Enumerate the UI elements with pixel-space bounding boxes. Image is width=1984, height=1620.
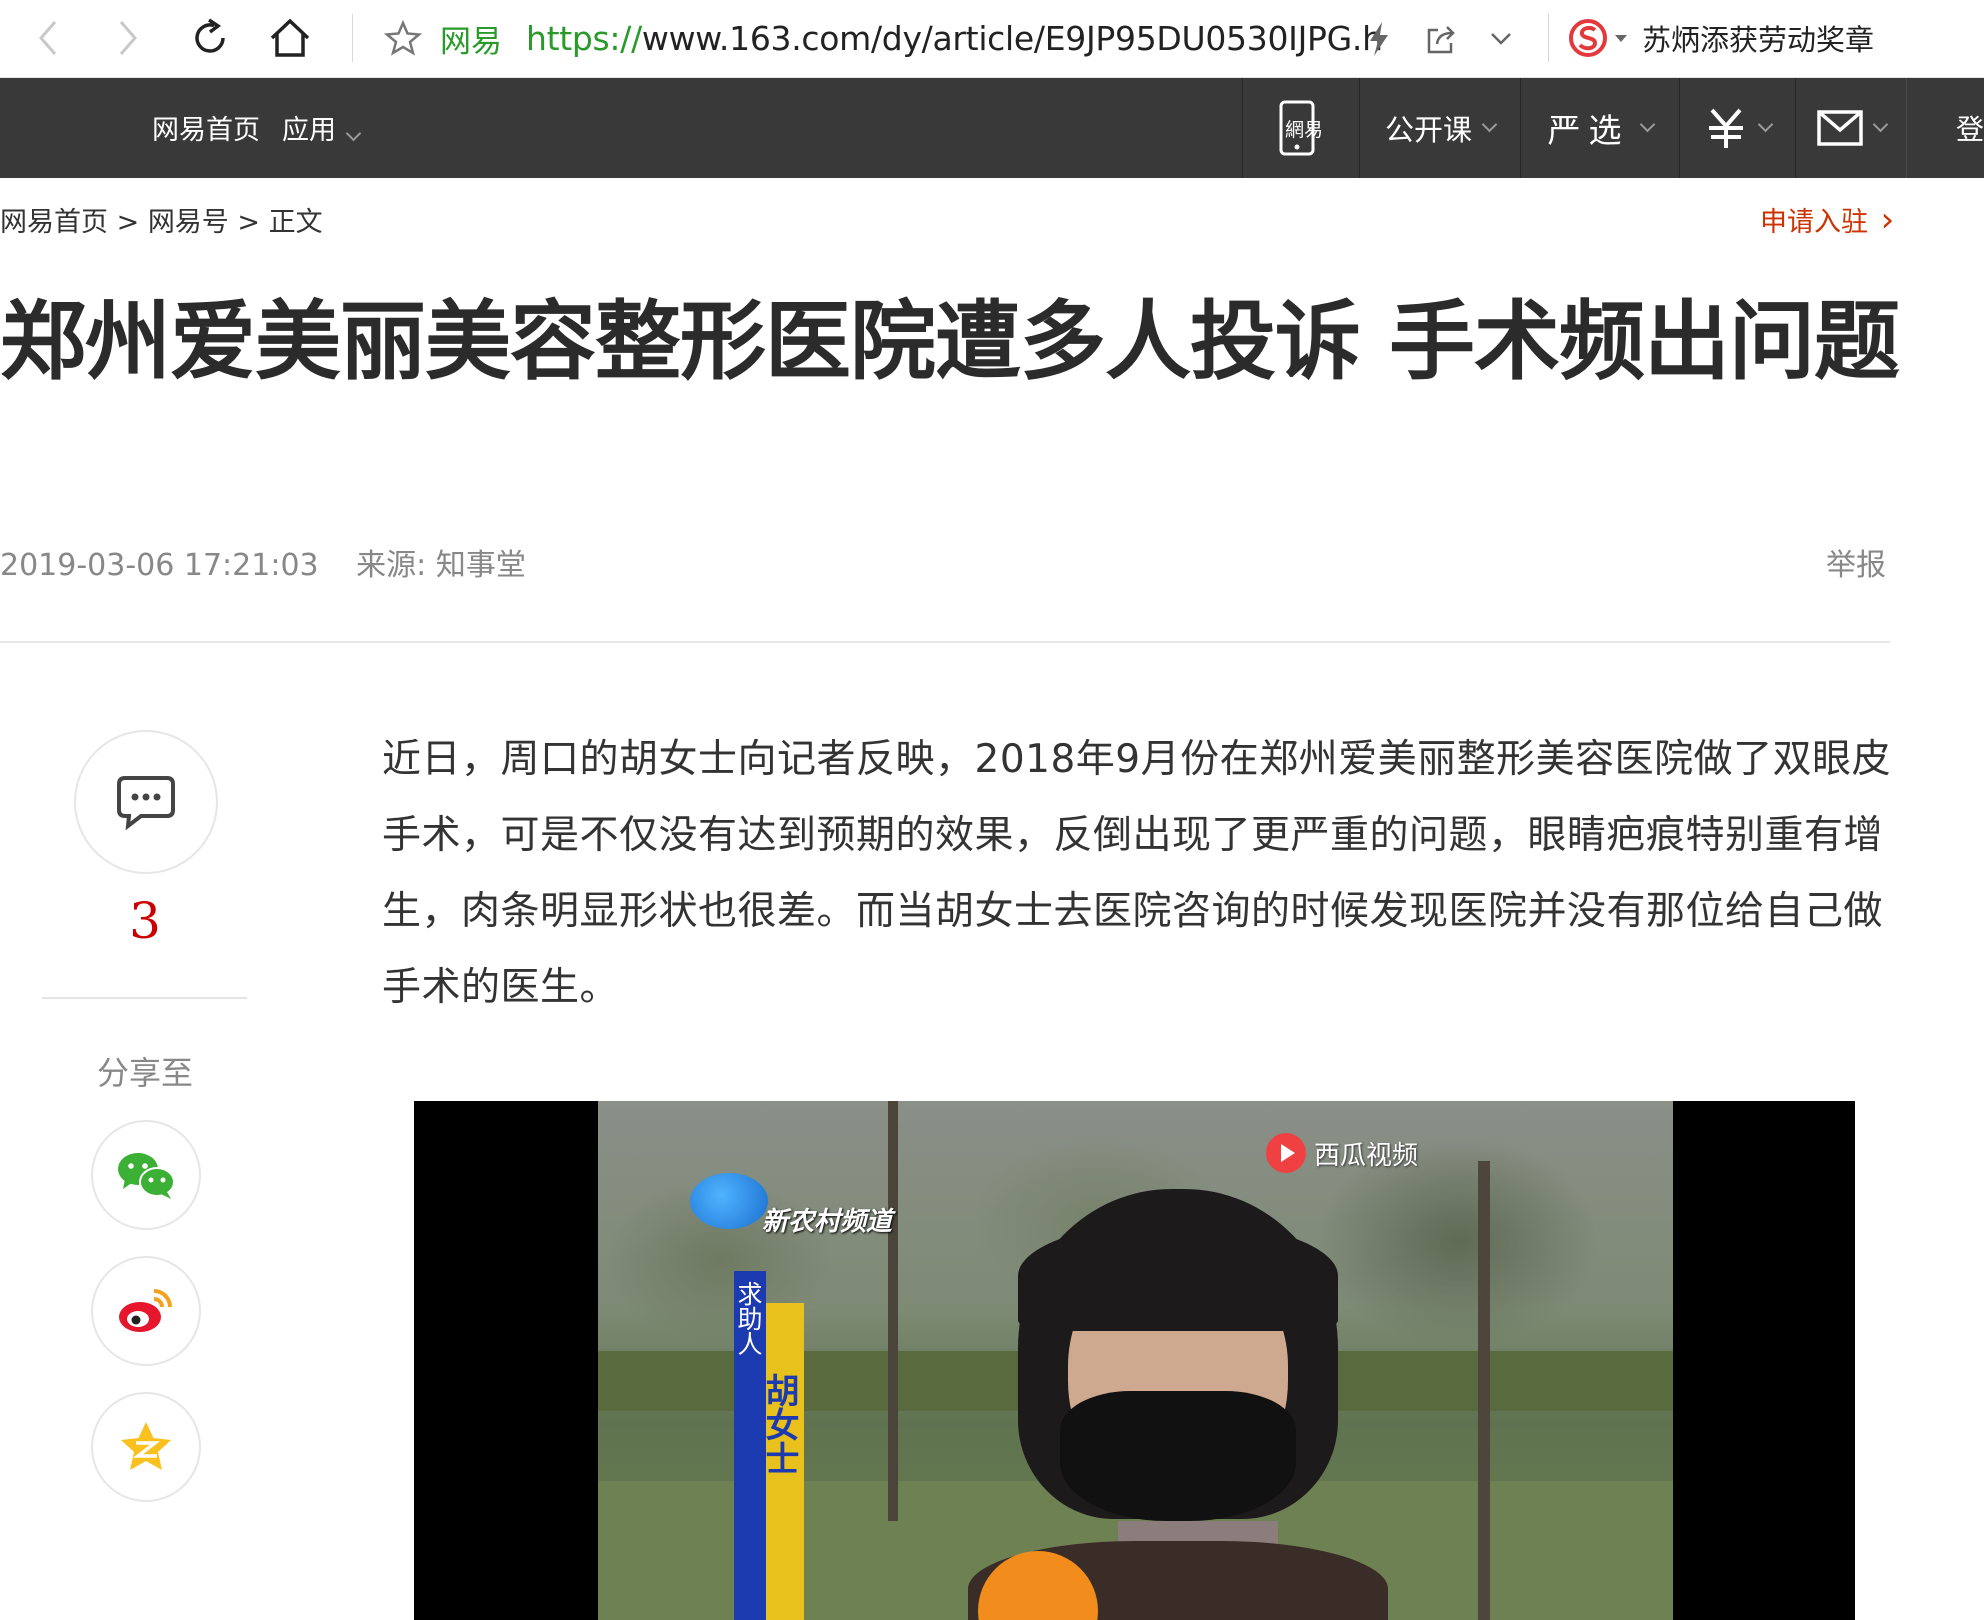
dropdown-triangle-icon (1615, 35, 1627, 42)
mobile-logo-text: 網易 (1284, 118, 1323, 141)
chevron-down-icon (1757, 116, 1774, 132)
comment-count[interactable]: 3 (0, 892, 290, 950)
share-weibo-button[interactable] (91, 1256, 201, 1366)
weibo-icon (119, 1289, 172, 1332)
search-engine-suggestion[interactable]: 苏炳添获劳动奖章 (1568, 14, 1874, 62)
share-qzone-button[interactable] (91, 1392, 201, 1502)
apply-join-link[interactable]: 申请入驻 › (1760, 200, 1894, 240)
url-text[interactable]: https://www.163.com/dy/article/E9JP95DU0… (526, 19, 1383, 58)
breadcrumb-current: 正文 (268, 207, 323, 238)
nav-netease-home[interactable]: 网易首页 (152, 108, 260, 147)
lightning-speed-icon[interactable] (1364, 20, 1394, 58)
article-title: 郑州爱美丽美容整形医院遭多人投诉 手术频出问题 (0, 292, 1900, 392)
reload-icon (195, 18, 225, 53)
nav-apps[interactable]: 应用 (282, 108, 362, 147)
channel-logo-icon (690, 1173, 768, 1229)
nav-payment[interactable] (1679, 78, 1796, 178)
side-divider (42, 997, 247, 999)
home-button[interactable] (266, 14, 314, 62)
nav-mobile[interactable]: 網易 (1242, 78, 1360, 178)
chevron-down-icon[interactable] (1488, 26, 1514, 52)
toolbar-divider (352, 14, 353, 62)
comment-bubble-icon (117, 776, 175, 830)
article-meta: 2019-03-06 17:21:03 来源: 知事堂 (0, 540, 526, 584)
caption-name-bar: 胡女士 (759, 1303, 804, 1620)
chevron-down-icon (1639, 116, 1655, 132)
tree-trunk (1478, 1161, 1490, 1620)
forward-button[interactable] (104, 14, 152, 62)
share-label: 分享至 (96, 1054, 193, 1092)
xigua-play-icon (1266, 1133, 1306, 1173)
watermark-text: 西瓜视频 (1314, 1140, 1419, 1171)
site-identity-label: 网易 (440, 23, 502, 60)
chevron-down-icon (1872, 116, 1888, 132)
nav-apps-label: 应用 (282, 115, 336, 146)
chevron-down-icon (345, 125, 362, 142)
publish-datetime: 2019-03-06 17:21:03 (0, 548, 319, 583)
url-scheme: https:// (526, 18, 642, 58)
breadcrumb-home[interactable]: 网易首页 (0, 207, 108, 238)
back-button[interactable] (24, 14, 72, 62)
bookmark-star-icon[interactable] (384, 20, 422, 56)
header-divider (0, 641, 1890, 643)
caption-role: 求助人 (734, 1281, 763, 1356)
person-bangs (1018, 1221, 1338, 1331)
forward-arrow-icon (119, 21, 137, 55)
home-icon (270, 18, 310, 57)
tree-trunk (888, 1101, 898, 1521)
article-source[interactable]: 来源: 知事堂 (356, 548, 526, 583)
nav-open-course-label: 公开课 (1384, 113, 1472, 147)
nav-mail[interactable] (1795, 78, 1907, 178)
url-path: www.163.com/dy/article/E9JP95DU0530IJPG.… (641, 18, 1383, 58)
yuan-icon (1709, 108, 1743, 148)
share-page-icon[interactable] (1424, 22, 1458, 56)
share-wechat-button[interactable] (91, 1120, 201, 1230)
breadcrumb: 网易首页 > 网易号 > 正文 (0, 200, 323, 239)
nav-yanxuan-label: 严选 (1547, 111, 1630, 150)
qzone-star-icon (121, 1422, 171, 1470)
nav-open-course[interactable]: 公开课 (1359, 78, 1521, 178)
nav-yanxuan[interactable]: 严选 (1520, 78, 1680, 178)
search-hint-text: 苏炳添获劳动奖章 (1642, 23, 1875, 57)
nav-login[interactable]: 登 (1956, 108, 1984, 148)
caption-name: 胡女士 (759, 1373, 799, 1475)
report-link[interactable]: 举报 (1826, 540, 1886, 584)
wechat-icon (118, 1153, 175, 1199)
article-paragraph: 近日，周口的胡女士向记者反映，2018年9月份在郑州爱美丽整形美容医院做了双眼皮… (382, 737, 1892, 1010)
article-video[interactable]: 新农村频道 西瓜视频 求助人 胡女士 (414, 1101, 1855, 1620)
video-frame: 新农村频道 西瓜视频 求助人 胡女士 (598, 1101, 1673, 1620)
sogou-logo-icon (1569, 19, 1607, 57)
breadcrumb-separator: > (237, 207, 261, 238)
comment-button[interactable] (74, 730, 218, 874)
mail-icon (1816, 110, 1863, 146)
breadcrumb-section[interactable]: 网易号 (148, 207, 229, 238)
reload-button[interactable] (186, 14, 234, 62)
browser-toolbar: 网易 https://www.163.com/dy/article/E9JP95… (0, 0, 1984, 78)
channel-name: 新农村频道 (762, 1207, 893, 1237)
chevron-down-icon (1481, 116, 1498, 132)
video-watermark: 西瓜视频 (1264, 1131, 1418, 1175)
apply-join-label: 申请入驻 (1760, 207, 1868, 238)
breadcrumb-separator: > (116, 207, 140, 238)
back-arrow-icon (39, 21, 57, 55)
site-top-nav: 网易首页 应用 網易 公开课 严选 登 (0, 78, 1984, 178)
face-mask (1060, 1391, 1296, 1521)
chevron-right-icon: › (1880, 200, 1895, 240)
toolbar-divider (1548, 14, 1549, 62)
